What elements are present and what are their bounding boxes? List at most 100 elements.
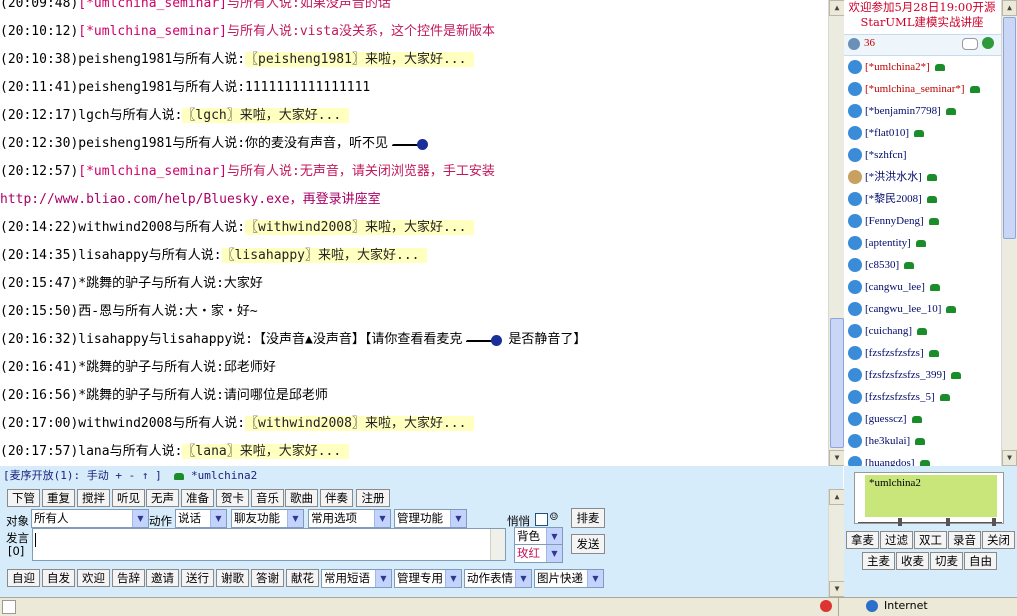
chat-link[interactable]: http://www.bliao.com/help/Bluesky.exe，再登… xyxy=(0,192,381,207)
chat-sender[interactable]: withwind2008 xyxy=(78,220,172,235)
user-list-item[interactable]: [c8530] xyxy=(848,254,915,276)
user-list-item[interactable]: [*洪洪水水] xyxy=(848,166,937,188)
scroll-up-button[interactable]: ▲ xyxy=(829,0,845,16)
toolbar-button[interactable]: 下管 xyxy=(7,489,40,507)
quick-phrase-button[interactable]: 自发 xyxy=(42,569,75,587)
user-scroll-up[interactable]: ▲ xyxy=(1002,0,1017,16)
user-list-item[interactable]: [*黎民2008] xyxy=(848,188,937,210)
quick-phrase-button[interactable]: 献花 xyxy=(286,569,319,587)
chevron-down-icon: ▼ xyxy=(210,510,226,527)
chat-sender[interactable]: 西-恩 xyxy=(78,304,112,319)
fg-color-select[interactable]: 玫红 ▼ xyxy=(514,544,563,563)
user-scroll-down[interactable]: ▼ xyxy=(1002,450,1017,466)
toolbar-button[interactable]: 搅拌 xyxy=(77,489,110,507)
mic-control-button[interactable]: 过滤 xyxy=(880,531,913,549)
chat-func-select[interactable]: 聊友功能 ▼ xyxy=(231,509,304,528)
common-options-select[interactable]: 常用选项 ▼ xyxy=(308,509,391,528)
toolbar-button[interactable]: 重复 xyxy=(42,489,75,507)
bottom-scroll-down[interactable]: ▼ xyxy=(829,581,845,597)
quick-phrase-button[interactable]: 邀请 xyxy=(146,569,179,587)
user-list-item[interactable]: [aptentity] xyxy=(848,232,926,254)
toolbar-button[interactable]: 无声 xyxy=(146,489,179,507)
chat-sender[interactable]: [*umlchina_seminar] xyxy=(78,0,227,11)
user-list-item[interactable]: [fzsfzsfzsfzs_5] xyxy=(848,386,950,408)
queue-mic-button[interactable]: 排麦 xyxy=(571,508,605,528)
phrase-select[interactable]: 常用短语 ▼ xyxy=(321,569,392,588)
mic-control-button[interactable]: 主麦 xyxy=(862,552,895,570)
chat-sender[interactable]: *跳舞的驴子 xyxy=(78,276,151,291)
toolbar-button[interactable]: 注册 xyxy=(356,489,390,507)
mic-control-button[interactable]: 切麦 xyxy=(930,552,963,570)
chat-bubble-icon[interactable] xyxy=(962,38,978,50)
volume-sliders[interactable] xyxy=(858,518,1002,528)
user-list-item[interactable]: [*flat010] xyxy=(848,122,924,144)
user-name: [*黎民2008] xyxy=(865,193,922,205)
refresh-icon[interactable] xyxy=(982,37,994,49)
user-list-scrollbar[interactable]: ▲ ▼ xyxy=(1001,0,1017,466)
toolbar-button[interactable]: 音乐 xyxy=(251,489,284,507)
quick-phrase-button[interactable]: 答谢 xyxy=(251,569,284,587)
chat-sender[interactable]: [*umlchina_seminar] xyxy=(78,164,227,179)
chat-sender[interactable]: *跳舞的驴子 xyxy=(78,388,151,403)
user-list-item[interactable]: [he3kulai] xyxy=(848,430,926,452)
toolbar-button[interactable]: 歌曲 xyxy=(285,489,318,507)
mic-control-button[interactable]: 拿麦 xyxy=(846,531,879,549)
mic-control-button[interactable]: 关闭 xyxy=(982,531,1015,549)
user-list-item[interactable]: [guesscz] xyxy=(848,408,922,430)
user-list-item[interactable]: [*szhfcn] xyxy=(848,144,907,166)
chat-sender[interactable]: peisheng1981 xyxy=(78,52,172,67)
private-checkbox[interactable] xyxy=(535,513,548,526)
quick-phrase-button[interactable]: 谢歌 xyxy=(216,569,249,587)
phrase-select[interactable]: 管理专用 ▼ xyxy=(394,569,462,588)
bottom-scroll-up[interactable]: ▲ xyxy=(829,489,845,505)
scroll-thumb[interactable] xyxy=(830,318,844,448)
manage-func-select[interactable]: 管理功能 ▼ xyxy=(394,509,467,528)
scroll-down-button[interactable]: ▼ xyxy=(829,450,845,466)
user-icon xyxy=(848,434,862,449)
quick-phrase-button[interactable]: 欢迎 xyxy=(77,569,110,587)
chat-sender[interactable]: lisahappy xyxy=(78,248,148,263)
chat-sender[interactable]: lana xyxy=(78,444,109,459)
chat-sender[interactable]: [*umlchina_seminar] xyxy=(78,24,227,39)
mic-control-button[interactable]: 收麦 xyxy=(896,552,929,570)
user-list-item[interactable]: [*benjamin7798] xyxy=(848,100,956,122)
user-list-item[interactable]: [FennyDeng] xyxy=(848,210,939,232)
chat-sender[interactable]: *跳舞的驴子 xyxy=(78,360,151,375)
send-button[interactable]: 发送 xyxy=(571,534,605,554)
message-input-scrollbar[interactable] xyxy=(490,529,505,560)
toolbar-button[interactable]: 伴奏 xyxy=(320,489,353,507)
user-list-item[interactable]: [huangdos] xyxy=(848,452,930,466)
user-list-item[interactable]: [fzsfzsfzsfzs_399] xyxy=(848,364,961,386)
user-list-item[interactable]: [fzsfzsfzsfzs] xyxy=(848,342,939,364)
quick-phrase-button[interactable]: 自迎 xyxy=(7,569,40,587)
user-scroll-thumb[interactable] xyxy=(1003,17,1016,239)
phrase-select[interactable]: 图片快递 ▼ xyxy=(534,569,604,588)
chat-sender[interactable]: withwind2008 xyxy=(78,416,172,431)
user-list-item[interactable]: [cuichang] xyxy=(848,320,928,342)
mic-control-button[interactable]: 双工 xyxy=(914,531,947,549)
target-select[interactable]: 所有人 ▼ xyxy=(31,509,149,528)
chat-sender[interactable]: lisahappy xyxy=(78,332,148,347)
mic-control-button[interactable]: 录音 xyxy=(948,531,981,549)
chat-sender[interactable]: peisheng1981 xyxy=(78,80,172,95)
toolbar-button[interactable]: 听见 xyxy=(112,489,145,507)
quick-phrase-button[interactable]: 送行 xyxy=(181,569,214,587)
user-list-item[interactable]: [*umlchina2*] xyxy=(848,56,945,78)
user-list-item[interactable]: [*umlchina_seminar*] xyxy=(848,78,980,100)
chat-sender[interactable]: lgch xyxy=(78,108,109,123)
mic-control-button[interactable]: 自由 xyxy=(964,552,997,570)
toolbar-button[interactable]: 贺卡 xyxy=(216,489,249,507)
smiley-icon[interactable]: ☺ xyxy=(550,510,558,525)
chat-message: 与所有人说: xyxy=(148,248,222,263)
phone-icon xyxy=(917,327,928,335)
chat-scrollbar[interactable]: ▲ ▼ xyxy=(828,0,845,466)
toolbar-button[interactable]: 准备 xyxy=(181,489,214,507)
chat-sender[interactable]: peisheng1981 xyxy=(78,136,172,151)
message-input[interactable] xyxy=(32,528,506,561)
user-list-item[interactable]: [cangwu_lee] xyxy=(848,276,940,298)
phrase-select[interactable]: 动作表情 ▼ xyxy=(464,569,532,588)
user-list-item[interactable]: [cangwu_lee_10] xyxy=(848,298,957,320)
quick-phrase-button[interactable]: 告辞 xyxy=(112,569,145,587)
action-select[interactable]: 说话 ▼ xyxy=(175,509,227,528)
bottom-scrollbar[interactable]: ▲ ▼ xyxy=(828,489,845,597)
